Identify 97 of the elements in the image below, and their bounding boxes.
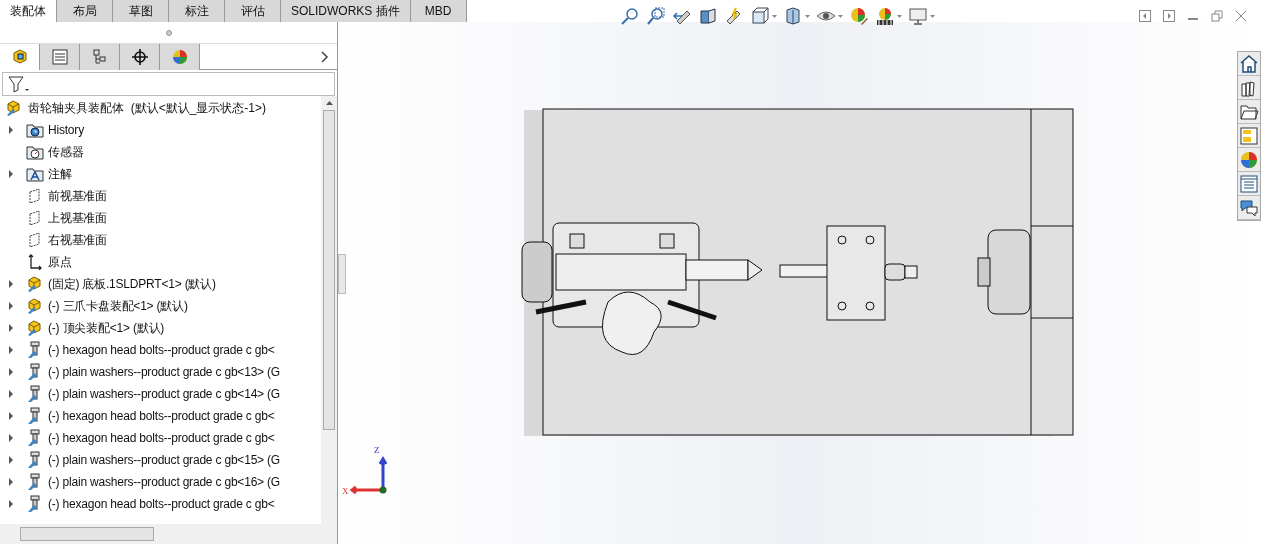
caret-icon[interactable] bbox=[897, 14, 902, 18]
bolt-icon bbox=[27, 407, 43, 425]
axis-triad-drawing bbox=[348, 454, 389, 494]
bolt-icon bbox=[27, 451, 43, 469]
plane-icon bbox=[28, 232, 42, 248]
display-style-icon[interactable] bbox=[783, 6, 803, 26]
history-folder-icon bbox=[26, 122, 44, 138]
ribbon-tab[interactable]: SOLIDWORKS 插件 bbox=[281, 0, 411, 22]
horizontal-scrollbar[interactable] bbox=[0, 524, 337, 544]
dock-right-icon[interactable] bbox=[1163, 10, 1175, 22]
plane-icon bbox=[28, 210, 42, 226]
chevron-right-icon[interactable] bbox=[321, 50, 329, 63]
sensor-folder-icon bbox=[26, 144, 44, 160]
axis-label: X bbox=[342, 484, 349, 498]
scrollbar-thumb[interactable] bbox=[20, 527, 154, 541]
expand-arrow-icon[interactable] bbox=[8, 500, 14, 508]
list-panel-icon[interactable] bbox=[1239, 173, 1259, 194]
tree-item-label[interactable]: 原点 bbox=[48, 253, 72, 271]
bolt-icon bbox=[27, 341, 43, 359]
view-orientation-icon[interactable] bbox=[750, 6, 770, 26]
tree-item-label[interactable]: 传感器 bbox=[48, 143, 84, 161]
edit-appearance-icon[interactable] bbox=[849, 6, 869, 26]
axis-label: Z bbox=[374, 444, 380, 457]
expand-arrow-icon[interactable] bbox=[8, 302, 14, 310]
monitor-icon[interactable] bbox=[908, 6, 928, 26]
ribbon-tab[interactable]: 装配体 bbox=[0, 0, 57, 22]
bolt-icon bbox=[27, 473, 43, 491]
splitter-handle[interactable] bbox=[338, 254, 346, 294]
filter-icon[interactable] bbox=[7, 75, 31, 93]
section-view-icon[interactable] bbox=[698, 6, 718, 26]
crosshair-icon bbox=[130, 47, 149, 66]
expand-arrow-icon[interactable] bbox=[8, 126, 14, 134]
tree-item-label[interactable]: (-) hexagon head bolts--product grade c gb< bbox=[48, 495, 275, 513]
assembly-part-icon bbox=[26, 297, 44, 315]
assembly-part-icon bbox=[26, 275, 44, 293]
zoom-to-fit-icon[interactable] bbox=[620, 6, 640, 26]
ribbon-tab[interactable]: 布局 bbox=[57, 0, 113, 22]
expand-arrow-icon[interactable] bbox=[8, 390, 14, 398]
ribbon-tab[interactable]: 评估 bbox=[225, 0, 281, 22]
close-icon[interactable] bbox=[1235, 10, 1247, 22]
assembly-part-icon bbox=[5, 99, 23, 117]
dock-left-icon[interactable] bbox=[1139, 10, 1151, 22]
panel-tab[interactable] bbox=[120, 43, 160, 70]
bolt-icon bbox=[27, 363, 43, 381]
grip-dot-icon[interactable] bbox=[165, 29, 172, 36]
bolt-icon bbox=[27, 385, 43, 403]
ribbon-tab[interactable]: 标注 bbox=[169, 0, 225, 22]
property-list-icon bbox=[50, 47, 69, 66]
plane-icon bbox=[28, 188, 42, 204]
expand-arrow-icon[interactable] bbox=[8, 478, 14, 486]
tree-item-label[interactable]: (-) 三爪卡盘装配<1> (默认) bbox=[48, 297, 188, 315]
apply-scene-icon[interactable] bbox=[875, 6, 895, 26]
expand-arrow-icon[interactable] bbox=[8, 434, 14, 442]
configuration-tree-icon bbox=[90, 47, 109, 66]
layout-panel-icon[interactable] bbox=[1239, 125, 1259, 146]
color-ball-icon[interactable] bbox=[1239, 149, 1259, 170]
tree-item-label[interactable]: (-) plain washers--product grade c gb<14> (G bbox=[48, 385, 280, 403]
tree-item-label[interactable]: (固定) 底板.1SLDPRT<1> (默认) bbox=[48, 275, 216, 293]
tree-item-label[interactable]: (-) 顶尖装配<1> (默认) bbox=[48, 319, 165, 337]
tree-item-label[interactable]: 上视基准面 bbox=[48, 209, 107, 227]
caret-icon[interactable] bbox=[838, 14, 843, 18]
caret-icon[interactable] bbox=[772, 14, 777, 18]
expand-arrow-icon[interactable] bbox=[8, 324, 14, 332]
zoom-area-icon[interactable] bbox=[646, 6, 666, 26]
tree-item-label[interactable]: 注解 bbox=[48, 165, 72, 183]
tree-item-label[interactable]: (-) hexagon head bolts--product grade c gb< bbox=[48, 407, 275, 425]
caret-icon[interactable] bbox=[930, 14, 935, 18]
tree-item-label[interactable]: (-) hexagon head bolts--product grade c gb< bbox=[48, 341, 275, 359]
bolt-icon bbox=[27, 429, 43, 447]
expand-arrow-icon[interactable] bbox=[8, 412, 14, 420]
annotation-folder-icon bbox=[26, 166, 44, 182]
expand-arrow-icon[interactable] bbox=[8, 368, 14, 376]
ribbon-tab[interactable]: MBD bbox=[410, 0, 467, 22]
tree-root-label[interactable]: 齿轮轴夹具装配体 (默认<默认_显示状态-1>) bbox=[28, 99, 267, 117]
tree-item-label[interactable]: (-) plain washers--product grade c gb<13> (G bbox=[48, 363, 280, 381]
scrollbar-thumb[interactable] bbox=[323, 110, 335, 430]
feature-tree-icon bbox=[10, 47, 29, 66]
bolt-icon bbox=[27, 495, 43, 513]
origin-icon bbox=[28, 254, 42, 270]
caret-icon[interactable] bbox=[805, 14, 810, 18]
chat-bubbles-icon[interactable] bbox=[1239, 197, 1259, 218]
home-icon[interactable] bbox=[1239, 53, 1259, 74]
expand-arrow-icon[interactable] bbox=[8, 346, 14, 354]
tree-item-label[interactable]: (-) plain washers--product grade c gb<15> (G bbox=[48, 451, 280, 469]
tree-item-label[interactable]: History bbox=[48, 121, 84, 139]
expand-arrow-icon[interactable] bbox=[8, 456, 14, 464]
vertical-scrollbar[interactable] bbox=[321, 96, 337, 524]
expand-arrow-icon[interactable] bbox=[8, 280, 14, 288]
tree-item-label[interactable]: 右视基准面 bbox=[48, 231, 107, 249]
tree-item-label[interactable]: (-) hexagon head bolts--product grade c gb< bbox=[48, 429, 275, 447]
expand-arrow-icon[interactable] bbox=[8, 170, 14, 178]
scroll-up-icon[interactable] bbox=[325, 101, 333, 105]
ribbon-tab[interactable]: 草图 bbox=[113, 0, 169, 22]
color-ball-icon bbox=[170, 47, 189, 66]
tree-item-label[interactable]: (-) plain washers--product grade c gb<16> (G bbox=[48, 473, 280, 491]
assembly-part-icon bbox=[26, 319, 44, 337]
tree-item-label[interactable]: 前视基准面 bbox=[48, 187, 107, 205]
